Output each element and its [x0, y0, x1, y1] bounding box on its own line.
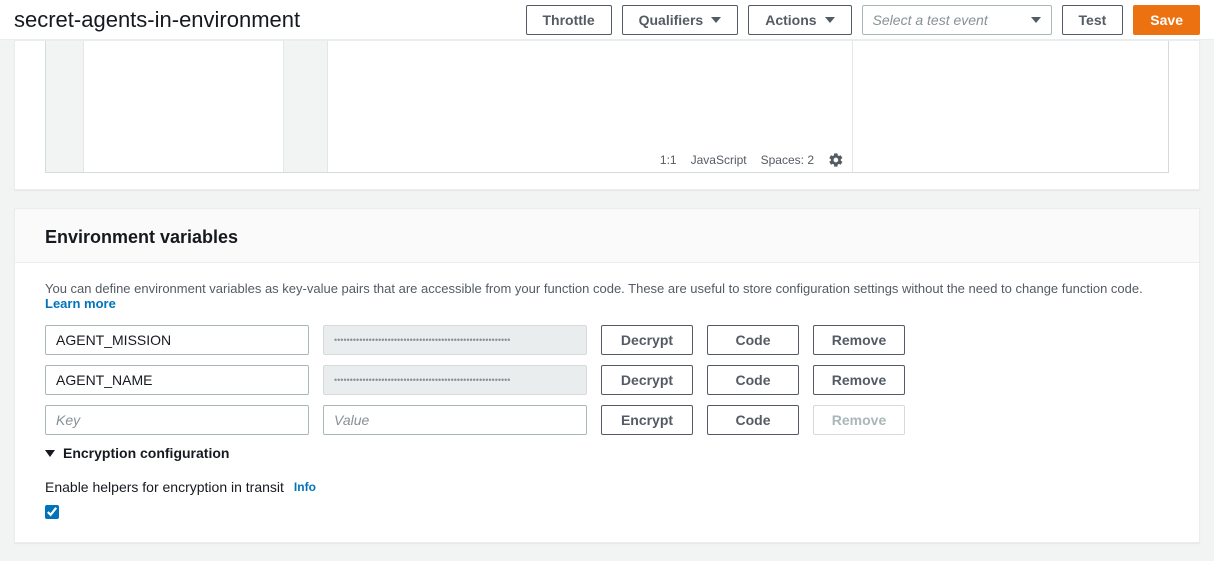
encryption-config-label: Encryption configuration — [63, 445, 229, 461]
save-button[interactable]: Save — [1133, 5, 1200, 35]
encrypt-button[interactable]: Encrypt — [601, 405, 693, 435]
code-editor-panel: 1:1 JavaScript Spaces: 2 — [14, 40, 1200, 190]
editor-text-area[interactable]: 1:1 JavaScript Spaces: 2 — [328, 41, 852, 172]
editor-gutter — [284, 41, 328, 172]
env-value-input-masked[interactable] — [323, 325, 587, 355]
encryption-config-section: Encryption configuration Enable helpers … — [45, 445, 1169, 522]
save-label: Save — [1150, 12, 1183, 28]
enable-helpers-checkbox-wrap — [45, 505, 1169, 522]
header-actions: Throttle Qualifiers Actions Select a tes… — [526, 5, 1201, 35]
code-button[interactable]: Code — [707, 365, 799, 395]
env-row-empty: Encrypt Code Remove — [45, 405, 1169, 435]
content-wrap: 1:1 JavaScript Spaces: 2 Environment var… — [0, 40, 1214, 543]
env-panel-title: Environment variables — [45, 227, 1169, 248]
code-editor[interactable]: 1:1 JavaScript Spaces: 2 — [45, 41, 1169, 173]
chevron-down-icon — [1031, 17, 1041, 23]
remove-button[interactable]: Remove — [813, 325, 905, 355]
chevron-down-icon — [825, 17, 835, 23]
editor-file-tree[interactable] — [84, 41, 284, 172]
enable-helpers-label: Enable helpers for encryption in transit — [45, 479, 284, 495]
page-title: secret-agents-in-environment — [14, 7, 526, 33]
qualifiers-dropdown[interactable]: Qualifiers — [622, 5, 739, 35]
chevron-down-icon — [711, 17, 721, 23]
chevron-down-icon — [45, 450, 55, 457]
code-button[interactable]: Code — [707, 325, 799, 355]
test-event-select[interactable]: Select a test event — [862, 5, 1052, 35]
env-key-input[interactable] — [45, 325, 309, 355]
enable-helpers-label-row: Enable helpers for encryption in transit… — [45, 479, 1169, 495]
actions-label: Actions — [765, 12, 816, 28]
qualifiers-label: Qualifiers — [639, 12, 704, 28]
editor-status-bar: 1:1 JavaScript Spaces: 2 — [660, 152, 844, 168]
env-description: You can define environment variables as … — [45, 281, 1169, 311]
cursor-position[interactable]: 1:1 — [660, 153, 677, 167]
test-label: Test — [1079, 12, 1107, 28]
gear-icon[interactable] — [828, 152, 844, 168]
encryption-config-toggle[interactable]: Encryption configuration — [45, 445, 1169, 461]
env-key-input[interactable] — [45, 365, 309, 395]
spaces-setting[interactable]: Spaces: 2 — [761, 153, 814, 167]
env-panel-header: Environment variables — [15, 209, 1199, 263]
env-variables-panel: Environment variables You can define env… — [14, 208, 1200, 543]
remove-button-disabled: Remove — [813, 405, 905, 435]
throttle-button[interactable]: Throttle — [526, 5, 612, 35]
env-panel-body: You can define environment variables as … — [15, 263, 1199, 542]
env-value-input-masked[interactable] — [323, 365, 587, 395]
throttle-label: Throttle — [543, 12, 595, 28]
code-button[interactable]: Code — [707, 405, 799, 435]
test-event-placeholder: Select a test event — [873, 12, 988, 28]
decrypt-button[interactable]: Decrypt — [601, 325, 693, 355]
env-row: Decrypt Code Remove — [45, 365, 1169, 395]
env-row: Decrypt Code Remove — [45, 325, 1169, 355]
remove-button[interactable]: Remove — [813, 365, 905, 395]
learn-more-link[interactable]: Learn more — [45, 296, 116, 311]
info-link[interactable]: Info — [294, 480, 316, 494]
enable-helpers-checkbox[interactable] — [45, 505, 59, 519]
language-mode[interactable]: JavaScript — [691, 153, 747, 167]
actions-dropdown[interactable]: Actions — [748, 5, 851, 35]
editor-right-pane[interactable] — [852, 41, 1168, 172]
decrypt-button[interactable]: Decrypt — [601, 365, 693, 395]
header-bar: secret-agents-in-environment Throttle Qu… — [0, 0, 1214, 40]
test-button[interactable]: Test — [1062, 5, 1124, 35]
env-value-input[interactable] — [323, 405, 587, 435]
env-key-input[interactable] — [45, 405, 309, 435]
editor-activity-bar[interactable] — [46, 41, 84, 172]
